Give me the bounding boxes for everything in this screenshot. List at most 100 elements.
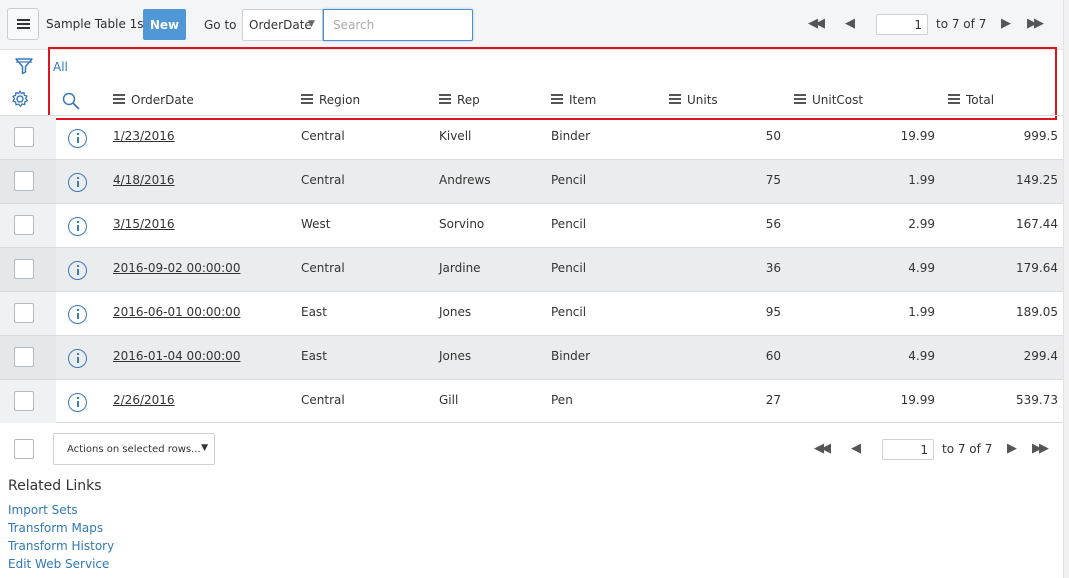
page-range-text: to 7 of 7	[936, 17, 987, 31]
row-checkbox[interactable]	[14, 127, 34, 147]
cell-unit-cost: 1.99	[908, 173, 935, 187]
cell-unit-cost: 19.99	[900, 129, 935, 143]
row-select-cell	[0, 336, 56, 379]
table-row: 2016-01-04 00:00:00 East Jones Binder 60…	[0, 335, 1063, 379]
hamburger-icon[interactable]	[7, 8, 39, 40]
cell-region: East	[301, 305, 327, 319]
cell-rep: Andrews	[439, 173, 491, 187]
table-row: 2016-09-02 00:00:00 Central Jardine Penc…	[0, 247, 1063, 291]
gear-icon[interactable]	[10, 89, 30, 112]
related-link-import-sets[interactable]: Import Sets	[8, 503, 78, 517]
info-icon[interactable]	[68, 261, 87, 280]
related-link-transform-history[interactable]: Transform History	[8, 539, 114, 553]
related-links-title: Related Links	[8, 478, 102, 494]
row-checkbox[interactable]	[14, 391, 34, 411]
table-row: 2/26/2016 Central Gill Pen 27 19.99 539.…	[0, 379, 1063, 423]
search-input[interactable]	[323, 9, 473, 41]
highlight-box	[48, 47, 1057, 120]
cell-region: Central	[301, 173, 345, 187]
first-page-icon[interactable]: ◀◀	[814, 442, 831, 456]
new-button[interactable]: New	[143, 9, 186, 40]
cell-order-date[interactable]: 2016-06-01 00:00:00	[113, 305, 240, 319]
cell-unit-cost: 1.99	[908, 305, 935, 319]
cell-rep: Gill	[439, 393, 459, 407]
info-icon[interactable]	[68, 349, 87, 368]
last-page-icon[interactable]: ▶▶	[1027, 17, 1044, 31]
cell-region: West	[301, 217, 331, 231]
cell-rep: Jones	[439, 349, 472, 363]
cell-item: Pencil	[551, 217, 587, 231]
actions-select[interactable]: Actions on selected rows... ▼	[53, 433, 215, 465]
list-header: Sample Table 1s New Go to OrderDate ▼ ◀◀…	[0, 0, 1069, 50]
row-select-cell	[0, 380, 56, 423]
row-select-cell	[0, 116, 56, 159]
info-icon[interactable]	[68, 129, 87, 148]
cell-units: 50	[765, 129, 781, 143]
row-select-cell	[0, 204, 56, 247]
table-row: 2016-06-01 00:00:00 East Jones Pencil 95…	[0, 291, 1063, 335]
table-row: 3/15/2016 West Sorvino Pencil 56 2.99 16…	[0, 203, 1063, 247]
info-icon[interactable]	[68, 217, 87, 236]
next-page-icon[interactable]: ▶	[1001, 17, 1011, 31]
select-all-checkbox[interactable]	[14, 439, 34, 459]
row-checkbox[interactable]	[14, 347, 34, 367]
goto-label: Go to	[204, 18, 237, 32]
cell-unit-cost: 4.99	[908, 349, 935, 363]
cell-total: 149.25	[1016, 173, 1058, 187]
goto-field-select[interactable]: OrderDate ▼	[242, 9, 323, 41]
cell-order-date[interactable]: 2/26/2016	[113, 393, 175, 407]
cell-total: 539.73	[1016, 393, 1058, 407]
row-checkbox[interactable]	[14, 171, 34, 191]
table-row: 1/23/2016 Central Kivell Binder 50 19.99…	[0, 115, 1063, 159]
cell-units: 56	[765, 217, 781, 231]
cell-units: 75	[765, 173, 781, 187]
cell-total: 999.5	[1023, 129, 1058, 143]
related-link-edit-web-service[interactable]: Edit Web Service	[8, 557, 109, 571]
page-number-input[interactable]	[876, 14, 928, 35]
cell-order-date[interactable]: 2016-01-04 00:00:00	[113, 349, 240, 363]
cell-item: Binder	[551, 129, 591, 143]
row-checkbox[interactable]	[14, 303, 34, 323]
next-page-icon[interactable]: ▶	[1007, 442, 1017, 456]
cell-rep: Jones	[439, 305, 472, 319]
cell-units: 27	[765, 393, 781, 407]
first-page-icon[interactable]: ◀◀	[808, 17, 825, 31]
info-icon[interactable]	[68, 305, 87, 324]
cell-item: Pencil	[551, 305, 587, 319]
cell-total: 179.64	[1016, 261, 1058, 275]
cell-total: 299.4	[1023, 349, 1058, 363]
cell-item: Pen	[551, 393, 573, 407]
cell-rep: Kivell	[439, 129, 472, 143]
cell-units: 95	[765, 305, 781, 319]
related-link-transform-maps[interactable]: Transform Maps	[8, 521, 103, 535]
row-select-cell	[0, 248, 56, 291]
chevron-down-icon: ▼	[201, 443, 208, 453]
row-select-cell	[0, 292, 56, 335]
previous-page-icon[interactable]: ◀	[845, 17, 855, 31]
cell-item: Pencil	[551, 173, 587, 187]
list-title: Sample Table 1s	[46, 17, 144, 31]
cell-region: Central	[301, 129, 345, 143]
funnel-icon[interactable]	[14, 56, 34, 79]
cell-units: 60	[765, 349, 781, 363]
info-icon[interactable]	[68, 173, 87, 192]
cell-order-date[interactable]: 2016-09-02 00:00:00	[113, 261, 240, 275]
goto-selected-value: OrderDate	[249, 18, 312, 32]
info-icon[interactable]	[68, 393, 87, 412]
cell-order-date[interactable]: 4/18/2016	[113, 173, 175, 187]
cell-region: Central	[301, 393, 345, 407]
cell-units: 36	[765, 261, 781, 275]
cell-total: 167.44	[1016, 217, 1058, 231]
vertical-scrollbar[interactable]	[1063, 0, 1069, 578]
row-checkbox[interactable]	[14, 215, 34, 235]
footer-page-number-input[interactable]	[882, 439, 934, 460]
cell-unit-cost: 4.99	[908, 261, 935, 275]
cell-unit-cost: 19.99	[900, 393, 935, 407]
cell-order-date[interactable]: 1/23/2016	[113, 129, 175, 143]
cell-item: Pencil	[551, 261, 587, 275]
previous-page-icon[interactable]: ◀	[851, 442, 861, 456]
row-checkbox[interactable]	[14, 259, 34, 279]
actions-select-label: Actions on selected rows...	[67, 444, 201, 455]
cell-order-date[interactable]: 3/15/2016	[113, 217, 175, 231]
last-page-icon[interactable]: ▶▶	[1032, 442, 1049, 456]
